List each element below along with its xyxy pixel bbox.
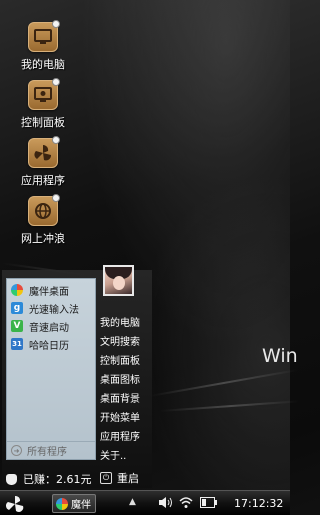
start-menu-programs-pane: 魔伴桌面 g 光速输入法 V 音速启动 31 哈哈日历 ➜ 所有程序 [6, 278, 96, 460]
fan-icon [5, 495, 24, 512]
power-icon: ⏻ [100, 472, 112, 484]
wallpaper-logo: Win [262, 345, 298, 367]
desktop-icon-label: 网上冲浪 [21, 232, 65, 245]
battery-icon[interactable] [200, 497, 217, 511]
taskbar-app-label: 魔伴 [71, 500, 91, 511]
restart-label: 重启 [117, 472, 139, 485]
menu-item-about[interactable]: 关于.. [100, 447, 126, 462]
desktop-icon-label: 我的电脑 [21, 58, 65, 71]
menu-item-search[interactable]: 文明搜索 [100, 333, 140, 348]
volume-icon[interactable] [158, 496, 173, 512]
clock[interactable]: 17:12:32 [234, 497, 283, 510]
wifi-icon[interactable] [179, 496, 193, 512]
taskbar: 魔伴 ▲ 17:12:32 [0, 490, 290, 515]
all-programs-button[interactable]: ➜ 所有程序 [7, 441, 95, 459]
program-label: 魔伴桌面 [29, 286, 69, 298]
fan-icon [28, 136, 60, 168]
control-panel-icon [28, 78, 60, 110]
wallpaper-streak [149, 368, 298, 397]
program-label: 音速启动 [29, 322, 69, 334]
earned-status: 已赚：2.61元 [6, 471, 92, 487]
wallpaper-streak [159, 400, 300, 412]
menu-item-control-panel[interactable]: 控制面板 [100, 352, 140, 367]
desktop-icon-label: 控制面板 [21, 116, 65, 129]
program-item-launcher[interactable]: V 音速启动 [11, 318, 69, 334]
taskbar-app-modesktop[interactable]: 魔伴 [52, 494, 96, 513]
menu-item-desktop-icons[interactable]: 桌面图标 [100, 371, 140, 386]
launcher-icon: V [11, 320, 23, 332]
menu-item-applications[interactable]: 应用程序 [100, 428, 140, 443]
money-bag-icon [6, 473, 17, 485]
restart-button[interactable]: ⏻ 重启 [100, 470, 139, 486]
magic-desktop-icon [11, 284, 23, 296]
arrow-right-icon: ➜ [11, 445, 22, 456]
magic-desktop-icon [56, 497, 68, 510]
computer-icon [28, 20, 60, 52]
desktop-icon-web-browse[interactable]: 网上冲浪 [8, 194, 78, 246]
program-label: 哈哈日历 [29, 340, 69, 352]
start-button[interactable] [5, 495, 24, 513]
calendar-icon: 31 [11, 338, 23, 350]
program-label: 光速输入法 [29, 304, 79, 316]
all-programs-label: 所有程序 [27, 447, 67, 458]
program-item-input-method[interactable]: g 光速输入法 [11, 300, 79, 316]
desktop-icon-my-computer[interactable]: 我的电脑 [8, 20, 78, 72]
desktop-icon-applications[interactable]: 应用程序 [8, 136, 78, 188]
program-item-calendar[interactable]: 31 哈哈日历 [11, 336, 69, 352]
desktop-icon-control-panel[interactable]: 控制面板 [8, 78, 78, 130]
program-item-magic-desktop[interactable]: 魔伴桌面 [11, 282, 69, 298]
user-avatar[interactable] [103, 265, 134, 296]
menu-item-start-menu[interactable]: 开始菜单 [100, 409, 140, 424]
tray-expand-icon[interactable]: ▲ [129, 497, 136, 507]
menu-item-my-computer[interactable]: 我的电脑 [100, 314, 140, 329]
desktop-icon-label: 应用程序 [21, 174, 65, 187]
input-method-icon: g [11, 302, 23, 314]
menu-item-desktop-background[interactable]: 桌面背景 [100, 390, 140, 405]
globe-icon [28, 194, 60, 226]
earned-label: 已赚：2.61元 [23, 473, 92, 486]
